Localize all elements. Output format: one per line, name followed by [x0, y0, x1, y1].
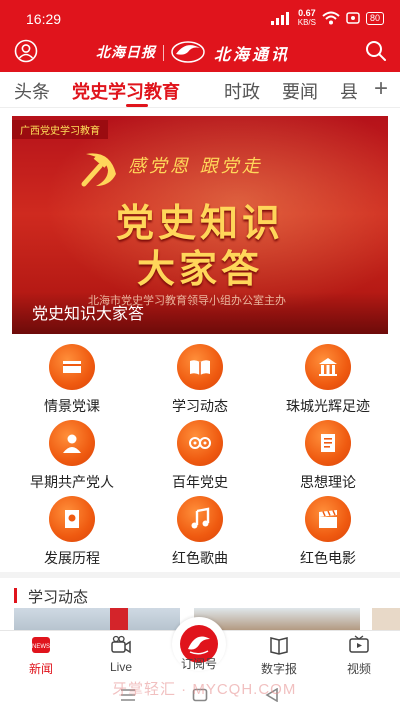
tab-party-history[interactable]: 党史学习教育: [72, 78, 180, 104]
battery-indicator: 80: [365, 11, 384, 25]
grid-label: 红色歌曲: [172, 550, 228, 566]
nav-label: 数字报: [260, 662, 297, 676]
portrait-icon: [49, 420, 95, 466]
nav-video[interactable]: 视频: [324, 635, 394, 677]
grid-item-study-news[interactable]: 学习动态: [140, 344, 260, 414]
status-bar: 16:29 0.67 KB/S 80: [0, 0, 400, 36]
grid-label: 思想理论: [300, 474, 356, 490]
wifi-icon: [322, 11, 340, 25]
svg-text:NEWS: NEWS: [32, 644, 50, 650]
user-icon[interactable]: [14, 39, 38, 63]
top-bar: 16:29 0.67 KB/S 80 北海日报 北海通讯: [0, 0, 400, 72]
flag-shape: [110, 608, 128, 630]
bottom-navigation: NEWS 新闻 Live 订阅号 数字报 视频: [0, 617, 400, 680]
grid-label: 学习动态: [172, 398, 228, 414]
nav-live[interactable]: Live: [86, 635, 156, 674]
section-title: 学习动态: [28, 589, 89, 606]
grid-item-red-movies[interactable]: 红色电影: [268, 496, 388, 566]
brand-divider: [163, 45, 164, 61]
grid-label: 情景党课: [44, 398, 100, 414]
speed-unit: KB/S: [297, 18, 316, 27]
tab-news[interactable]: 要闻: [282, 78, 318, 104]
thumbnail-image[interactable]: [372, 608, 400, 630]
tab-headlines[interactable]: 头条: [14, 78, 50, 104]
grid-item-ideology-theory[interactable]: 思想理论: [268, 420, 388, 490]
grid-item-development-history[interactable]: 发展历程: [12, 496, 132, 566]
banner-carousel[interactable]: 广西党史学习教育 感党恩 跟党走 党史知识 大家答 党史知识大家答 北海市党史学…: [12, 116, 388, 334]
status-time: 16:29: [26, 11, 62, 27]
screen-record-icon: [346, 12, 360, 24]
section-header: 学习动态: [0, 572, 400, 606]
tab-county[interactable]: 县: [340, 78, 358, 104]
nav-label: 视频: [346, 662, 371, 676]
banner-title-line2: 大家答: [136, 246, 263, 291]
news-icon: NEWS: [32, 637, 50, 653]
open-book-icon: [177, 344, 223, 390]
newspaper-icon: [270, 637, 288, 655]
tab-politics[interactable]: 时政: [224, 78, 260, 104]
document-icon: [305, 420, 351, 466]
grid-item-century-history[interactable]: 百年党史: [140, 420, 260, 490]
book-icon: [49, 344, 95, 390]
grid-label: 早期共产党人: [30, 474, 114, 490]
film-reel-icon: [177, 420, 223, 466]
nav-digital-paper[interactable]: 数字报: [244, 635, 314, 677]
tv-icon: [349, 635, 369, 653]
watermark: 牙掌轻汇 · MYCQH.COM: [112, 681, 297, 698]
banner-organizer: 北海市党史学习教育领导小组办公室主办: [88, 295, 286, 307]
grid-item-pearl-city-footprints[interactable]: 珠城光辉足迹: [268, 344, 388, 414]
grid-item-situational-lesson[interactable]: 情景党课: [12, 344, 132, 414]
banner-tag: 广西党史学习教育: [12, 120, 108, 139]
hammer-sickle-icon: [81, 153, 116, 187]
video-camera-icon: [111, 635, 131, 654]
grid-item-red-songs[interactable]: 红色歌曲: [140, 496, 260, 566]
network-speed: 0.67 KB/S: [297, 8, 316, 28]
banner-slogan: 感党恩 跟党走: [128, 156, 263, 177]
dolphin-logo-icon: [171, 41, 205, 63]
app-header: 北海日报 北海通讯: [0, 36, 400, 72]
nav-news[interactable]: NEWS 新闻: [6, 635, 76, 677]
grid-item-early-communists[interactable]: 早期共产党人: [12, 420, 132, 490]
add-channel-button[interactable]: +: [374, 75, 388, 103]
party-book-icon: [49, 496, 95, 542]
status-indicators: 0.67 KB/S 80: [270, 9, 384, 27]
section-accent-bar: [14, 588, 17, 603]
monument-icon: [305, 344, 351, 390]
music-note-icon: [177, 496, 223, 542]
grid-label: 红色电影: [300, 550, 356, 566]
signal-icon: [270, 12, 289, 25]
nav-label: 订阅号: [180, 657, 217, 671]
nav-label: Live: [109, 660, 132, 674]
grid-label: 发展历程: [44, 550, 100, 566]
nav-label: 新闻: [28, 662, 53, 676]
speed-value: 0.67: [298, 8, 316, 18]
active-tab-indicator: [126, 104, 148, 107]
brand-beihai-daily: 北海日报: [96, 45, 156, 61]
brand-beihai-tongxun: 北海通讯: [214, 45, 291, 64]
thumbnail-image[interactable]: [14, 608, 180, 630]
search-icon[interactable]: [364, 39, 388, 63]
clapperboard-icon: [305, 496, 351, 542]
feature-grid: 情景党课 学习动态 珠城光辉足迹 早期共产党人 百年党史 思想理论 发展历程 红…: [0, 344, 400, 566]
channel-tabs: 头条 党史学习教育 时政 要闻 县 +: [0, 72, 400, 108]
grid-label: 珠城光辉足迹: [286, 398, 370, 414]
grid-label: 百年党史: [172, 474, 228, 490]
